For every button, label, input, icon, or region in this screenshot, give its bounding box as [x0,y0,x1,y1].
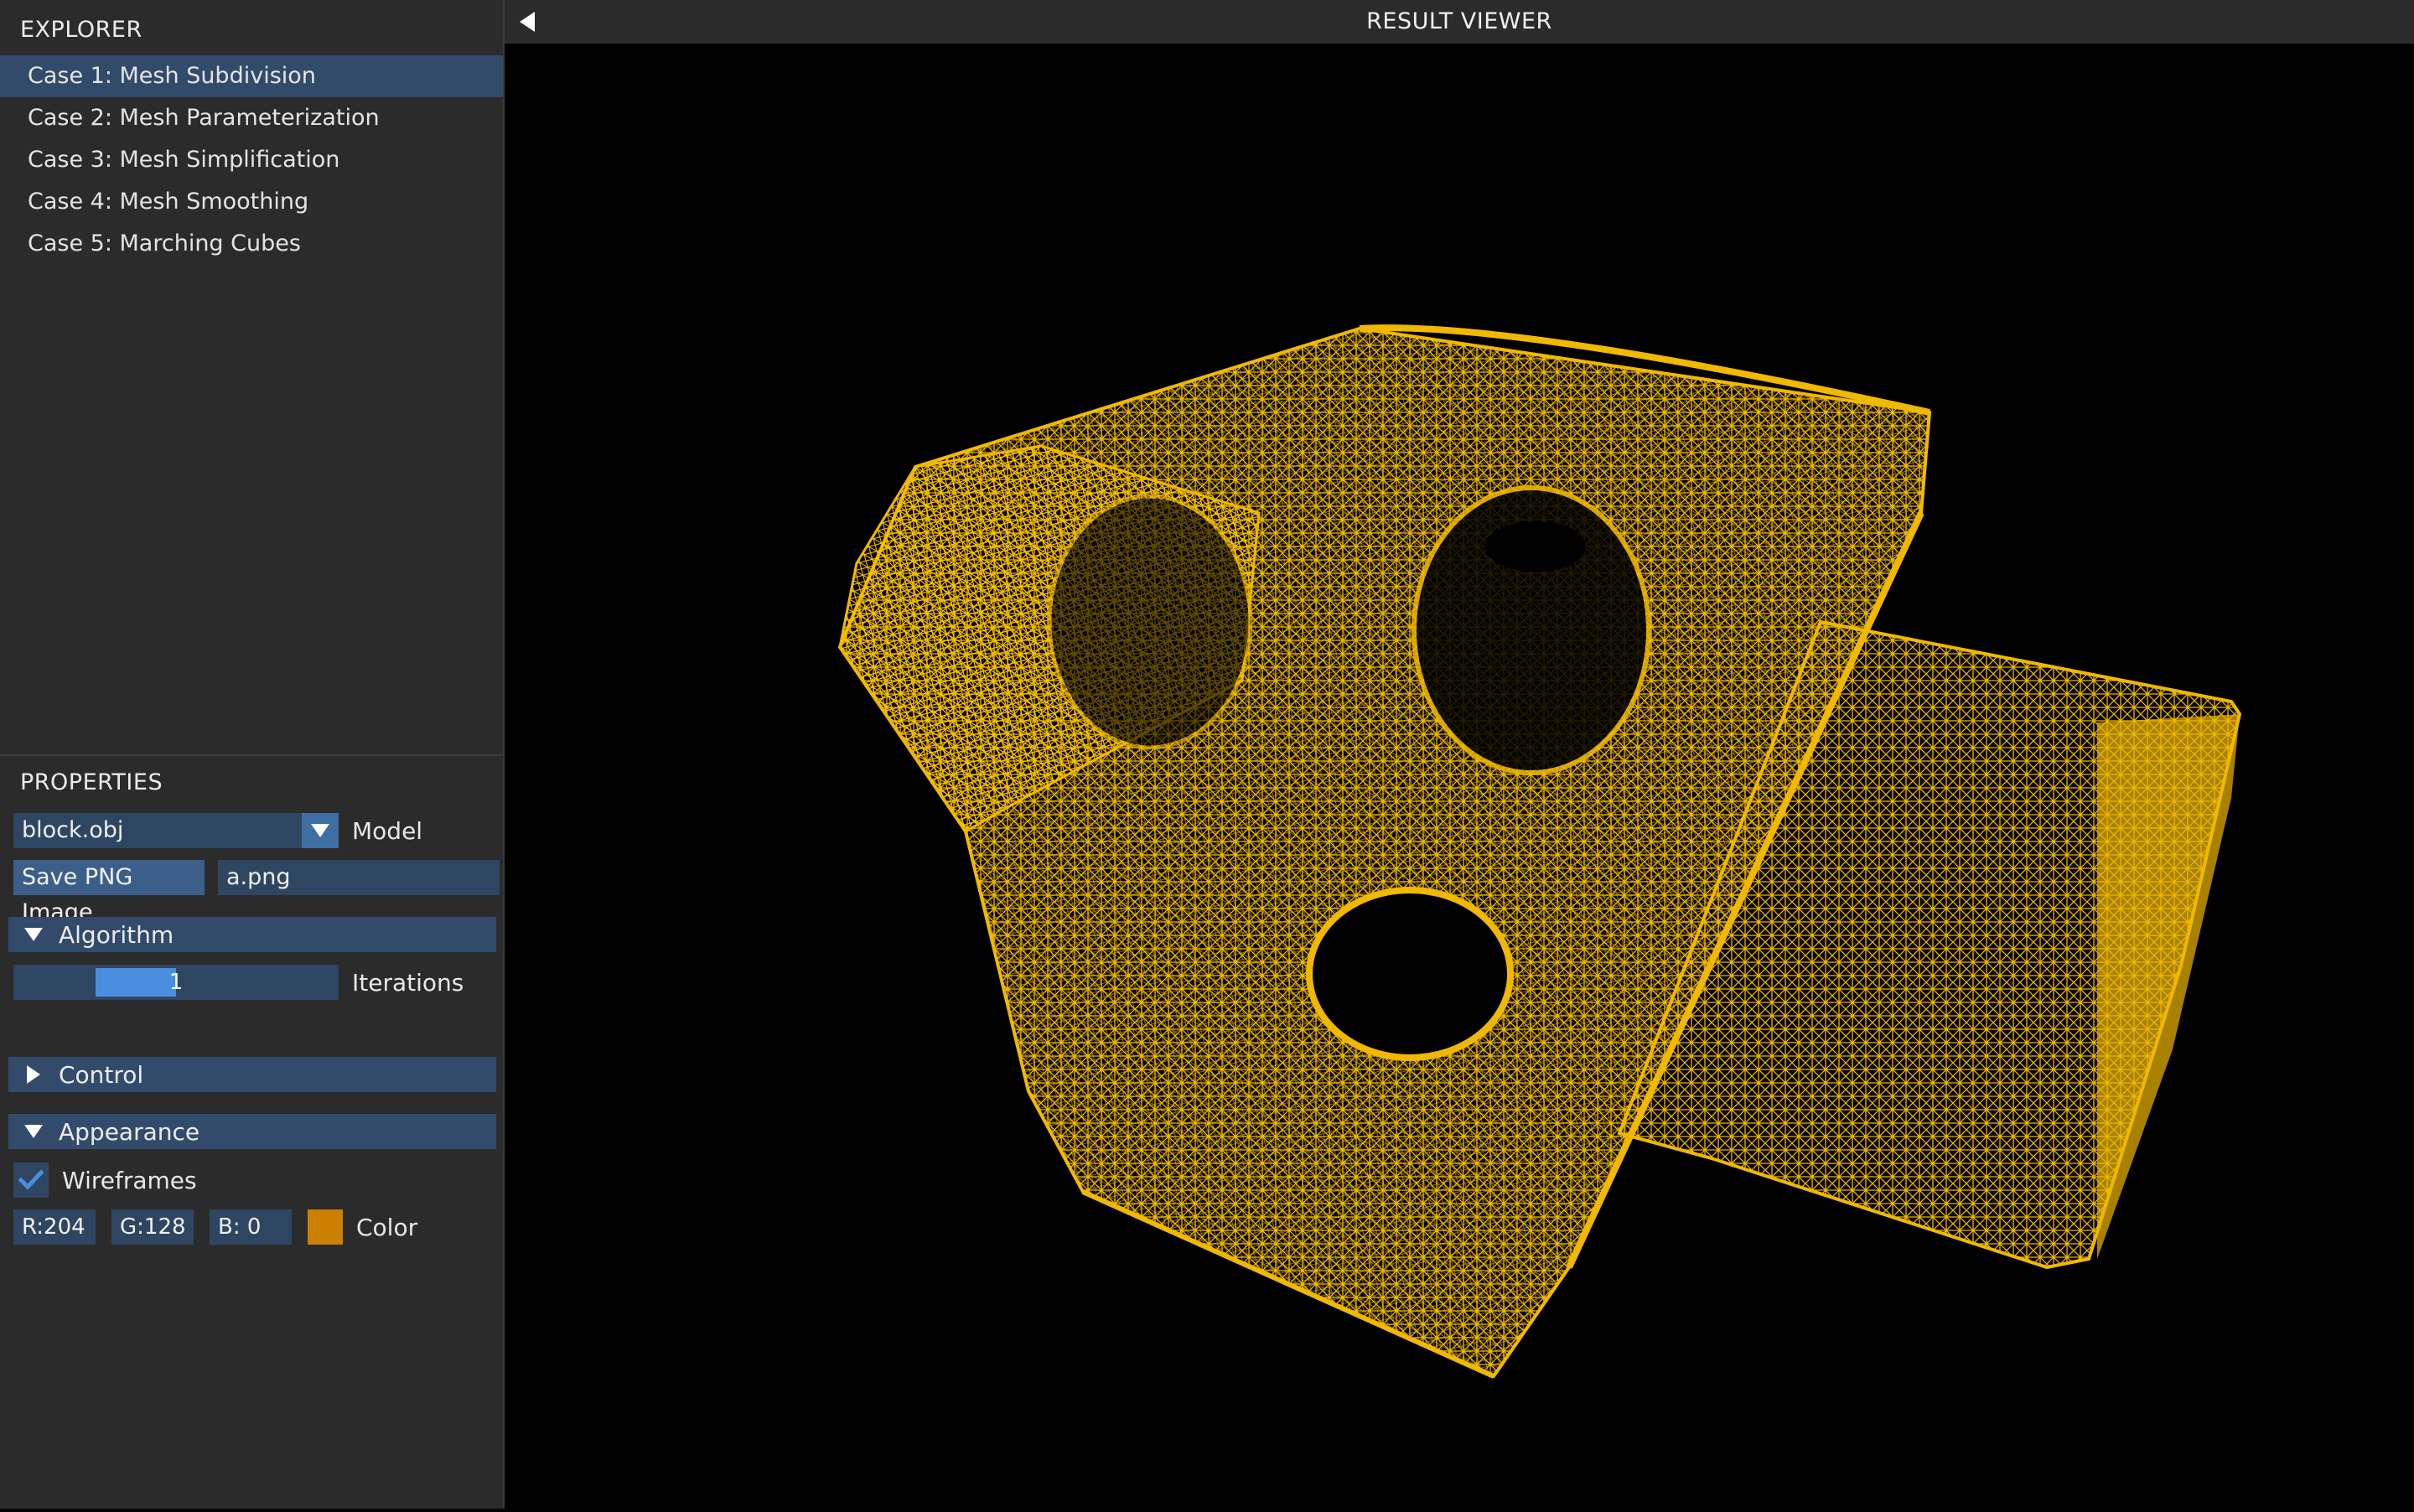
color-b-input[interactable]: B: 0 [210,1209,292,1245]
wireframe-mesh [837,324,2242,1379]
explorer-item-case-2[interactable]: Case 2: Mesh Parameterization [0,97,503,139]
color-r-input[interactable]: R:204 [13,1209,96,1245]
algorithm-header-label: Algorithm [59,920,174,949]
explorer-item-case-3[interactable]: Case 3: Mesh Simplification [0,139,503,181]
appearance-header-label: Appearance [59,1117,200,1146]
triangle-down-icon[interactable] [302,813,339,848]
iterations-label: Iterations [352,968,464,997]
control-header-label: Control [59,1060,144,1089]
properties-title: PROPERTIES [20,769,163,795]
appearance-header[interactable]: Appearance [8,1114,496,1149]
model-combo[interactable]: block.obj [13,813,339,848]
explorer-item-label: Case 2: Mesh Parameterization [28,105,380,131]
result-viewport[interactable] [505,44,2414,1509]
explorer-list: Case 1: Mesh Subdivision Case 2: Mesh Pa… [0,55,503,265]
explorer-item-case-4[interactable]: Case 4: Mesh Smoothing [0,181,503,223]
check-icon [18,1169,44,1190]
algorithm-header[interactable]: Algorithm [8,917,496,952]
explorer-item-label: Case 5: Marching Cubes [28,230,301,256]
wireframes-label: Wireframes [62,1166,197,1194]
viewer-title: RESULT VIEWER [1366,8,1552,34]
color-swatch[interactable] [308,1209,343,1245]
viewer-title-bar: RESULT VIEWER [505,0,2414,44]
left-pane: EXPLORER Case 1: Mesh Subdivision Case 2… [0,0,503,1509]
explorer-item-case-5[interactable]: Case 5: Marching Cubes [0,223,503,265]
iterations-slider[interactable]: 1 [13,965,339,1000]
wireframes-checkbox[interactable] [13,1162,49,1198]
explorer-item-label: Case 3: Mesh Simplification [28,147,340,173]
mesh-body [837,324,2242,1379]
model-row: block.obj Model [13,812,422,849]
save-row: Save PNG Image a.png [13,859,500,925]
triangle-down-icon [8,928,59,941]
iterations-row: 1 Iterations [13,964,464,1001]
color-label: Color [356,1213,418,1241]
wireframes-row: Wireframes [13,1162,197,1199]
save-png-button[interactable]: Save PNG Image [13,860,205,925]
control-header[interactable]: Control [8,1057,496,1092]
color-g-input[interactable]: G:128 [111,1209,194,1245]
triangle-left-icon[interactable] [515,0,540,44]
panel-divider [0,754,503,756]
explorer-item-case-1[interactable]: Case 1: Mesh Subdivision [0,55,503,97]
explorer-title: EXPLORER [20,17,142,43]
triangle-right-icon [8,1065,59,1084]
model-label: Model [352,816,423,845]
explorer-item-label: Case 1: Mesh Subdivision [28,63,316,89]
model-combo-value: block.obj [22,817,124,843]
color-row: R:204 G:128 B: 0 Color [13,1209,417,1245]
iterations-value: 1 [168,970,184,995]
filename-input[interactable]: a.png [218,860,500,895]
triangle-down-icon [8,1125,59,1138]
explorer-item-label: Case 4: Mesh Smoothing [28,189,309,215]
